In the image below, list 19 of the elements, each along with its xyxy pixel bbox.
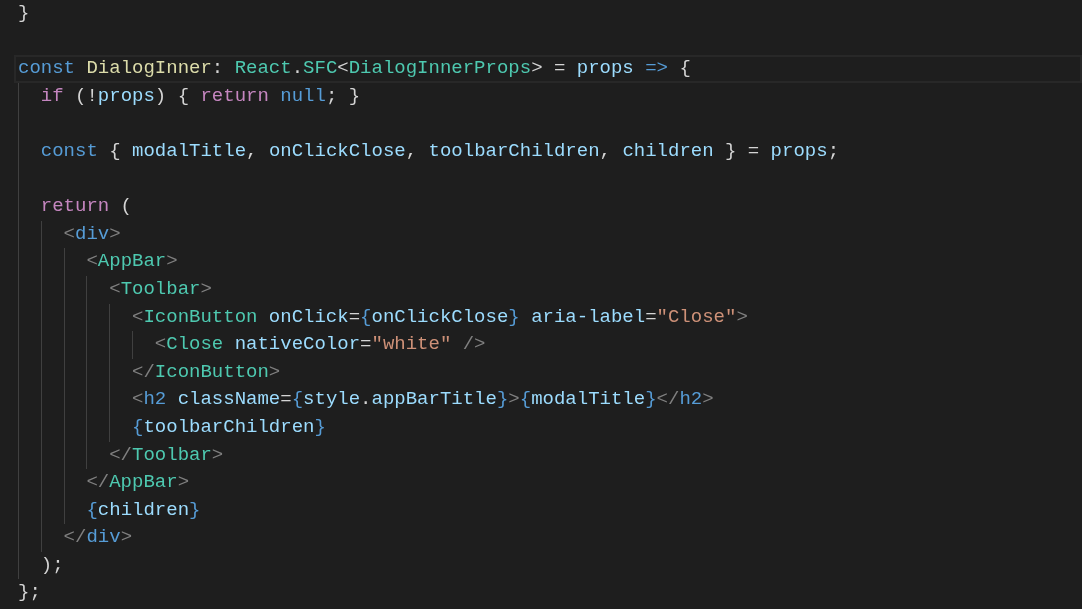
code-line: const DialogInner: React.SFC<DialogInnerProps> = props => { bbox=[18, 56, 691, 82]
code-line: <div> bbox=[62, 221, 121, 247]
code-line: <h2 className={style.appBarTitle}>{modalTitle}</h2> bbox=[131, 387, 714, 413]
code-line: </div> bbox=[62, 525, 133, 551]
code-line: return ( bbox=[39, 194, 133, 220]
code-line: ); bbox=[39, 552, 64, 578]
code-line: </Toolbar> bbox=[108, 442, 224, 468]
code-line: } bbox=[18, 1, 30, 26]
code-line: const { modalTitle, onClickClose, toolbarChildren, children } = props; bbox=[39, 138, 840, 164]
code-line: </IconButton> bbox=[131, 359, 281, 385]
code-line: {toolbarChildren} bbox=[131, 414, 326, 440]
code-line: {children} bbox=[85, 497, 201, 523]
code-line: <AppBar> bbox=[85, 249, 178, 275]
code-line: }; bbox=[18, 580, 41, 606]
code-line: <Close nativeColor="white" /> bbox=[153, 332, 486, 358]
code-line: <IconButton onClick={onClickClose} aria-label="Close"> bbox=[131, 304, 748, 330]
code-line: if (!props) { return null; } bbox=[39, 83, 361, 109]
code-line: <Toolbar> bbox=[108, 276, 212, 302]
code-line: </AppBar> bbox=[85, 470, 190, 496]
